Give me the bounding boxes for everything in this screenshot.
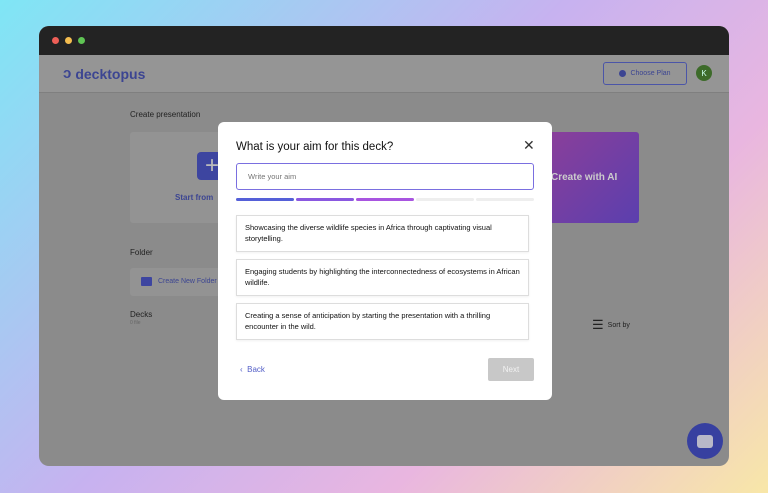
- close-window-dot[interactable]: [52, 37, 59, 44]
- close-icon[interactable]: ✕: [523, 137, 535, 154]
- create-folder-button[interactable]: Create New Folder: [130, 268, 230, 296]
- aim-option[interactable]: Showcasing the diverse wildlife species …: [236, 215, 529, 252]
- app-header: ↄ decktopus Choose Plan K: [39, 55, 729, 93]
- aim-modal: What is your aim for this deck? ✕ Showca…: [218, 122, 552, 400]
- progress-steps: [236, 198, 534, 201]
- maximize-window-dot[interactable]: [78, 37, 85, 44]
- next-button[interactable]: Next: [488, 358, 534, 381]
- create-folder-label: Create New Folder: [158, 278, 217, 285]
- minimize-window-dot[interactable]: [65, 37, 72, 44]
- aim-input[interactable]: [236, 163, 534, 190]
- modal-title: What is your aim for this deck?: [236, 141, 394, 153]
- progress-step: [296, 198, 354, 201]
- progress-step: [236, 198, 294, 201]
- back-button[interactable]: ‹ Back: [240, 365, 265, 374]
- decks-count: 0 file: [130, 320, 141, 326]
- folder-heading: Folder: [130, 248, 153, 257]
- sort-by-label: Sort by: [607, 321, 630, 329]
- create-with-ai-card[interactable]: Create with AI: [549, 132, 639, 223]
- logo-text: decktopus: [75, 65, 146, 82]
- logo[interactable]: ↄ decktopus: [63, 65, 145, 82]
- chat-button[interactable]: [687, 423, 723, 459]
- aim-option[interactable]: Creating a sense of anticipation by star…: [236, 303, 529, 340]
- title-bar: [39, 26, 729, 55]
- folder-grid-icon: [141, 277, 152, 286]
- progress-step: [356, 198, 414, 201]
- aim-option[interactable]: Engaging students by highlighting the in…: [236, 259, 529, 296]
- sort-icon: ☰: [592, 317, 604, 332]
- start-from-label: Start from: [175, 193, 214, 202]
- choose-plan-label: Choose Plan: [630, 70, 671, 77]
- progress-step: [476, 198, 534, 201]
- start-from-scratch-card[interactable]: + Start from: [130, 132, 230, 223]
- sort-by-button[interactable]: ☰ Sort by: [592, 317, 630, 333]
- chat-bubble-icon: [697, 434, 713, 448]
- create-ai-label: Create with AI: [551, 172, 618, 183]
- logo-icon: ↄ: [63, 65, 72, 82]
- back-label: Back: [247, 365, 265, 374]
- create-presentation-heading: Create presentation: [130, 110, 201, 119]
- decks-heading: Decks: [130, 310, 153, 319]
- check-badge-icon: [619, 70, 627, 77]
- choose-plan-button[interactable]: Choose Plan: [603, 62, 687, 85]
- chevron-left-icon: ‹: [240, 365, 243, 374]
- avatar[interactable]: K: [696, 65, 712, 81]
- progress-step: [416, 198, 474, 201]
